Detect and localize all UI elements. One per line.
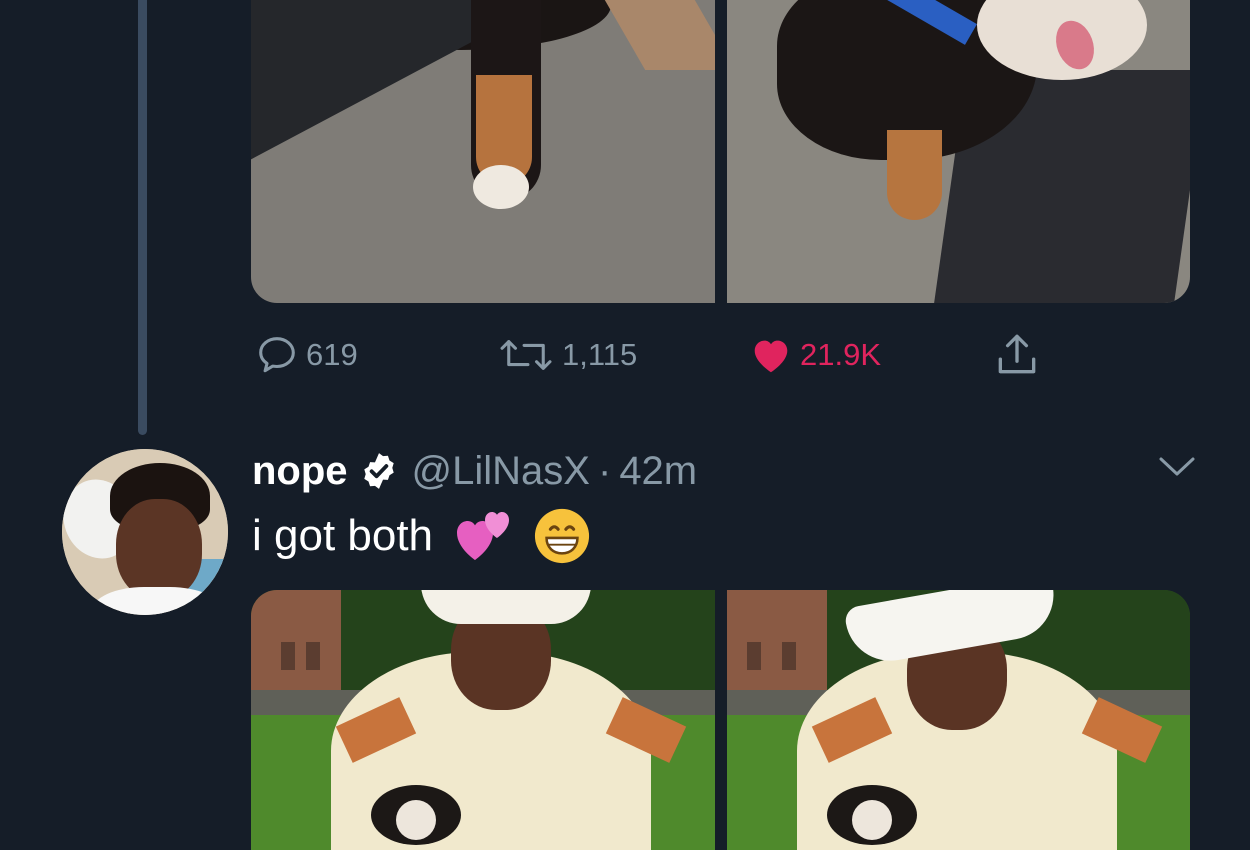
photo-1[interactable] xyxy=(251,590,715,850)
tweet-action-bar: 619 1,115 21.9K xyxy=(254,330,1054,380)
dog-photo-2[interactable] xyxy=(726,0,1190,303)
retweet-icon xyxy=(500,340,552,370)
reply-icon xyxy=(259,337,295,373)
like-button[interactable]: 21.9K xyxy=(748,330,881,380)
reply-button[interactable]: 619 xyxy=(254,330,358,380)
chevron-down-icon[interactable] xyxy=(1158,452,1196,482)
dog-photo-1[interactable] xyxy=(251,0,715,303)
separator-dot: · xyxy=(597,448,612,493)
grinning-face-emoji-icon xyxy=(534,508,590,564)
photo-2[interactable] xyxy=(726,590,1190,850)
display-name[interactable]: nope xyxy=(252,449,348,494)
avatar[interactable] xyxy=(60,447,230,617)
tweet-text: i got both xyxy=(252,506,591,566)
tweet-body: i got both xyxy=(252,511,434,560)
previous-tweet-media-grid[interactable] xyxy=(251,0,1190,303)
verified-badge-icon xyxy=(363,453,394,489)
retweet-button[interactable]: 1,115 xyxy=(496,330,637,380)
tweet-header: nope @LilNasX · 42m xyxy=(252,444,697,498)
thread-connector-line xyxy=(138,0,147,435)
retweet-count: 1,115 xyxy=(562,337,638,372)
user-handle[interactable]: @LilNasX xyxy=(412,449,590,494)
like-count: 21.9K xyxy=(800,337,882,372)
share-icon xyxy=(998,334,1036,374)
reply-count: 619 xyxy=(306,337,358,372)
tweet-media-grid[interactable] xyxy=(251,590,1190,850)
heart-filled-icon xyxy=(754,340,788,373)
timestamp[interactable]: 42m xyxy=(619,449,697,494)
share-button[interactable] xyxy=(992,330,1042,380)
two-hearts-emoji-icon xyxy=(457,512,510,560)
